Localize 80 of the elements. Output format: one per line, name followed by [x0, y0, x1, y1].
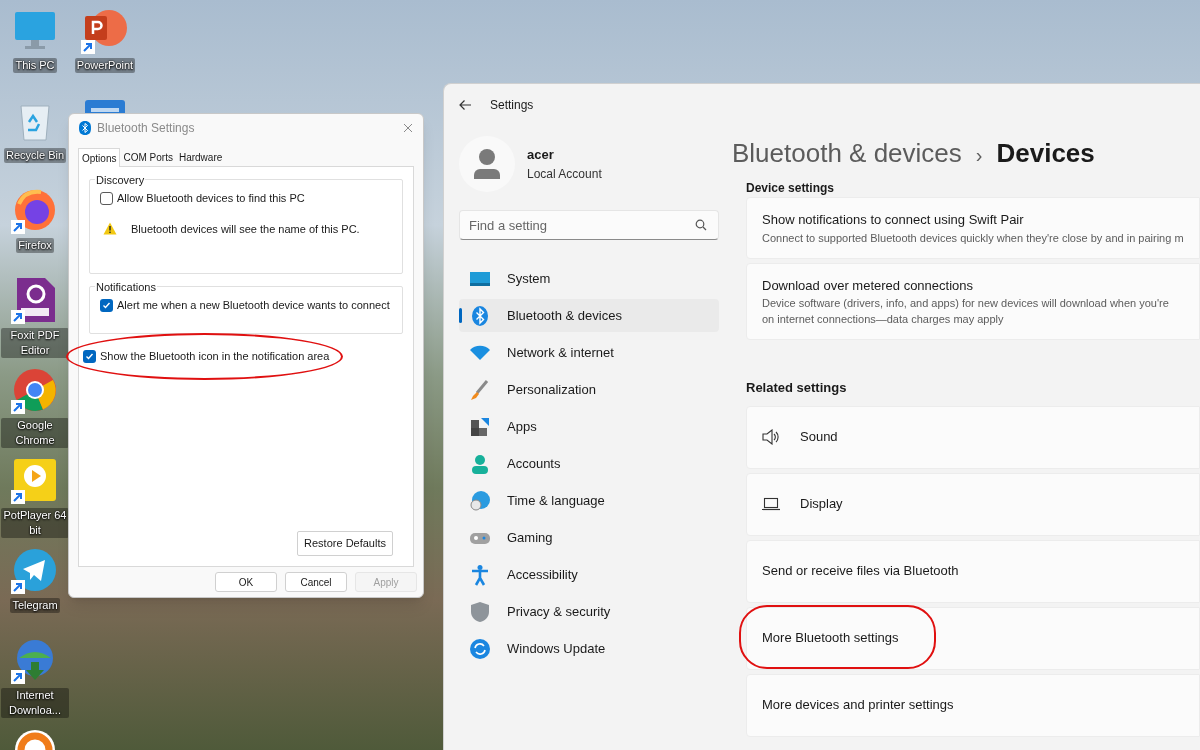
warning-text: Bluetooth devices will see the name of this PC. — [131, 221, 360, 237]
card-title: More Bluetooth settings — [762, 629, 899, 648]
card-title: Sound — [800, 428, 838, 447]
nav-item[interactable]: Network & internet — [459, 336, 719, 369]
breadcrumb-link[interactable]: Bluetooth & devices — [732, 134, 962, 173]
warning-icon — [103, 222, 117, 236]
desktop-icon-label[interactable]: Internet Downloa... — [1, 688, 69, 718]
apps-icon — [469, 415, 491, 438]
card-title: Send or receive files via Bluetooth — [762, 562, 959, 581]
nav-item[interactable]: Time & language — [459, 484, 719, 517]
search-icon — [695, 219, 707, 231]
desktop-icon-label[interactable]: Firefox — [16, 238, 54, 253]
bluetooth-icon — [469, 304, 491, 327]
laptop-icon — [762, 497, 780, 511]
window-title: Settings — [490, 97, 534, 114]
checkbox-label[interactable]: Allow Bluetooth devices to find this PC — [117, 190, 305, 207]
checkbox-label[interactable]: Alert me when a new Bluetooth device wants to connect — [117, 297, 390, 314]
section-heading: Related settings — [746, 379, 848, 397]
settings-card[interactable]: Show notifications to connect using Swift Pair Connect to supported Bluetooth devices quickly when they're close by and in pairing m — [746, 197, 1200, 259]
bluetooth-icon — [79, 121, 91, 135]
restore-defaults-button[interactable]: Restore Defaults — [297, 531, 393, 556]
back-arrow-icon[interactable] — [458, 99, 472, 111]
desktop-icon-label[interactable]: PotPlayer 64 bit — [1, 508, 69, 538]
dialog-button[interactable]: OK — [215, 572, 277, 592]
search-field[interactable]: Find a setting — [459, 210, 719, 240]
person-icon — [469, 452, 491, 475]
nav-item[interactable]: Accessibility — [459, 558, 719, 591]
shield-icon — [469, 600, 491, 623]
nav-item[interactable]: Accounts — [459, 447, 719, 480]
card-description: Device software (drivers, info, and apps) for new devices will download when you're on internet connections—data charges may apply — [762, 296, 1170, 327]
play-button-icon[interactable] — [11, 456, 59, 504]
card-title: Display — [800, 495, 843, 514]
card-title: Show notifications to connect using Swift Pair — [762, 211, 1025, 229]
settings-card[interactable]: Download over metered connections Device software (drivers, info, and apps) for new devices will download when you're on internet connections—data charges may apply — [746, 262, 1200, 340]
tab[interactable]: COM Ports — [120, 149, 176, 166]
account-type: Local Account — [527, 165, 602, 183]
nav-item[interactable]: Gaming — [459, 521, 719, 554]
breadcrumb-separator: › — [975, 143, 983, 168]
nav-item[interactable]: Windows Update — [459, 632, 719, 665]
nav-item[interactable]: Privacy & security — [459, 595, 719, 628]
selection-indicator — [459, 308, 462, 323]
tab[interactable]: Hardware — [175, 149, 226, 166]
nav-item[interactable]: Bluetooth & devices — [459, 299, 719, 332]
check-icon — [102, 300, 111, 310]
card-title: Download over metered connections — [762, 276, 974, 295]
card-description: Connect to supported Bluetooth devices quickly when they're close by and in pairing m — [762, 230, 1184, 246]
desktop-icon-label[interactable]: Google Chrome — [1, 418, 69, 448]
dialog-title: Bluetooth Settings — [97, 120, 196, 137]
globe-clock-icon — [469, 489, 491, 512]
nav-item[interactable]: Personalization — [459, 373, 719, 406]
desktop-icon-label[interactable]: This PC — [13, 58, 57, 73]
page-title: Devices — [996, 137, 1095, 170]
chrome-ball-icon[interactable] — [11, 366, 59, 414]
settings-card[interactable]: Send or receive files via Bluetooth — [746, 539, 1200, 603]
paper-plane-icon[interactable] — [11, 546, 59, 594]
paintbrush-icon — [469, 378, 491, 401]
tab[interactable]: Options — [78, 148, 121, 167]
settings-card[interactable]: Display — [746, 472, 1200, 536]
check-icon — [85, 351, 94, 361]
nav-item[interactable]: System — [459, 262, 719, 295]
desktop-icon-label[interactable]: Recycle Bin — [3, 148, 67, 163]
person-icon — [472, 148, 502, 180]
settings-card[interactable]: More devices and printer settings — [746, 673, 1200, 737]
settings-card[interactable]: Sound — [746, 405, 1200, 469]
checkbox[interactable] — [100, 191, 113, 205]
close-icon[interactable] — [403, 123, 413, 133]
desktop-icon-label[interactable]: PowerPoint — [74, 58, 136, 73]
dialog-button[interactable]: Cancel — [285, 572, 347, 592]
checkbox-label[interactable]: Show the Bluetooth icon in the notification area — [100, 348, 330, 365]
accessibility-icon — [469, 563, 491, 586]
account-name: acer — [527, 146, 555, 165]
nav-item[interactable]: Apps — [459, 410, 719, 443]
card-title: More devices and printer settings — [762, 696, 954, 715]
checkbox[interactable] — [83, 349, 96, 363]
desktop-icon-label[interactable]: Telegram — [10, 598, 60, 613]
desktop-icon-label[interactable]: Foxit PDF Editor — [1, 328, 69, 358]
speaker-icon — [762, 429, 780, 445]
sync-icon — [469, 637, 491, 660]
checkbox[interactable] — [100, 298, 113, 312]
section-heading: Device settings — [746, 181, 836, 197]
